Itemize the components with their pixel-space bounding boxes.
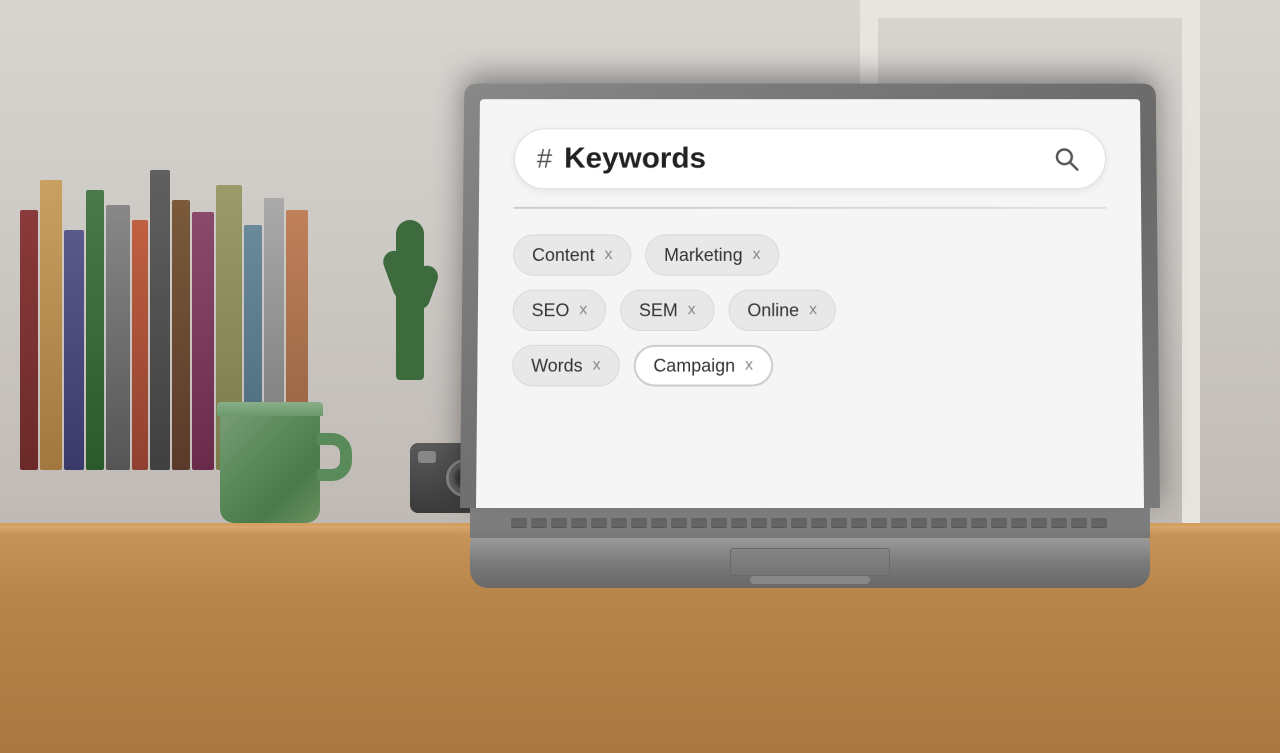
- key: [971, 518, 987, 528]
- tag-words-close[interactable]: x: [593, 357, 601, 375]
- mug-body: [220, 408, 320, 523]
- tag-content[interactable]: Content x: [513, 234, 631, 275]
- tag-seo-close[interactable]: x: [579, 301, 587, 319]
- tag-marketing-close[interactable]: x: [752, 246, 760, 264]
- book-8: [172, 200, 190, 470]
- key: [531, 518, 547, 528]
- key: [951, 518, 967, 528]
- hash-symbol: #: [537, 145, 553, 172]
- laptop-screen-outer: # Keywords: [460, 84, 1160, 508]
- tag-marketing[interactable]: Marketing x: [645, 234, 779, 275]
- tag-online-label: Online: [747, 300, 799, 321]
- key: [931, 518, 947, 528]
- tag-online[interactable]: Online x: [728, 290, 835, 331]
- mug: [220, 408, 320, 523]
- key: [1011, 518, 1027, 528]
- tag-content-close[interactable]: x: [605, 246, 613, 264]
- tags-row-3: Words x Campaign x: [512, 345, 1108, 387]
- tags-row-1: Content x Marketing x: [513, 234, 1107, 275]
- key: [651, 518, 667, 528]
- key: [871, 518, 887, 528]
- book-9: [192, 212, 214, 470]
- key: [1031, 518, 1047, 528]
- tag-content-label: Content: [532, 245, 595, 266]
- mug-rim: [217, 402, 323, 416]
- screen-divider: [514, 207, 1107, 209]
- screen-content: # Keywords: [476, 99, 1144, 508]
- book-3: [64, 230, 84, 470]
- key: [791, 518, 807, 528]
- tag-sem-close[interactable]: x: [688, 301, 696, 319]
- mug-handle: [317, 433, 352, 481]
- book-6: [132, 220, 148, 470]
- key: [1071, 518, 1087, 528]
- tag-sem[interactable]: SEM x: [620, 290, 715, 331]
- key: [811, 518, 827, 528]
- key: [691, 518, 707, 528]
- key: [771, 518, 787, 528]
- tag-marketing-label: Marketing: [664, 245, 743, 266]
- key: [1091, 518, 1107, 528]
- tag-campaign[interactable]: Campaign x: [633, 345, 773, 387]
- tag-words[interactable]: Words x: [512, 345, 620, 387]
- key: [631, 518, 647, 528]
- book-5: [106, 205, 130, 470]
- key: [751, 518, 767, 528]
- tags-area: Content x Marketing x SEO: [512, 226, 1108, 394]
- cactus-body: [396, 220, 424, 380]
- tag-online-close[interactable]: x: [809, 301, 817, 319]
- keyboard-keys: [507, 514, 1113, 532]
- search-bar[interactable]: # Keywords: [514, 128, 1106, 189]
- laptop-screen-inner: # Keywords: [476, 99, 1144, 508]
- key: [551, 518, 567, 528]
- laptop-touchpad[interactable]: [730, 548, 890, 576]
- key: [571, 518, 587, 528]
- key: [831, 518, 847, 528]
- book-4: [86, 190, 104, 470]
- key: [851, 518, 867, 528]
- key: [911, 518, 927, 528]
- laptop-keyboard: [470, 508, 1150, 538]
- search-icon[interactable]: [1049, 142, 1083, 175]
- camera-flash: [418, 451, 436, 463]
- book-2: [40, 180, 62, 470]
- tag-seo[interactable]: SEO x: [513, 290, 607, 331]
- cactus: [380, 160, 440, 380]
- key: [511, 518, 527, 528]
- tag-sem-label: SEM: [639, 300, 678, 321]
- search-text: Keywords: [564, 142, 1050, 175]
- tag-campaign-label: Campaign: [653, 355, 735, 376]
- scene: # Keywords: [0, 0, 1280, 753]
- key: [711, 518, 727, 528]
- book-1: [20, 210, 38, 470]
- key: [891, 518, 907, 528]
- key: [991, 518, 1007, 528]
- tag-campaign-close[interactable]: x: [745, 357, 753, 375]
- key: [671, 518, 687, 528]
- book-7: [150, 170, 170, 470]
- key: [591, 518, 607, 528]
- laptop-base: [470, 538, 1150, 588]
- tag-seo-label: SEO: [532, 300, 570, 321]
- tags-row-2: SEO x SEM x Online x: [513, 290, 1108, 331]
- tag-words-label: Words: [531, 355, 583, 376]
- key: [611, 518, 627, 528]
- laptop: # Keywords: [460, 78, 1160, 588]
- key: [1051, 518, 1067, 528]
- key: [731, 518, 747, 528]
